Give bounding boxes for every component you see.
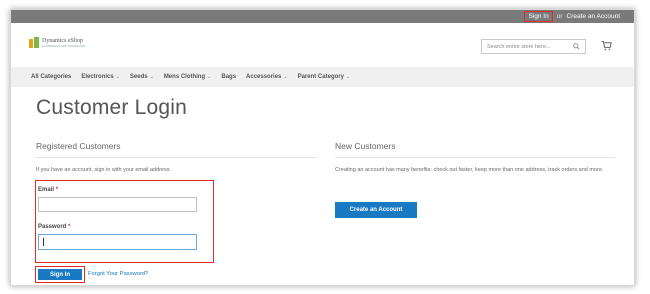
top-bar: Sign In or Create an Account [11, 10, 634, 23]
chevron-down-icon: ⌄ [149, 74, 154, 80]
registered-customers-note: If you have an account, sign in with you… [36, 167, 172, 173]
nav-item-label: Seeds [129, 74, 148, 80]
create-account-button[interactable]: Create an Account [335, 202, 417, 218]
nav-item-label: Bags [221, 74, 237, 80]
header-sign-in-link[interactable]: Sign In [524, 11, 553, 22]
sign-in-button[interactable]: Sign In [35, 266, 85, 283]
search-icon[interactable] [573, 43, 580, 50]
forgot-password-link[interactable]: Forgot Your Password? [88, 271, 148, 277]
sign-in-button-label: Sign In [38, 269, 82, 280]
new-customers-note: Creating an account has many benefits: c… [335, 167, 604, 173]
cart-icon[interactable] [601, 40, 612, 51]
nav-item-label: All Categories [31, 74, 72, 80]
email-field[interactable] [38, 197, 197, 212]
text-caret [43, 238, 44, 246]
header-links: Sign In or Create an Account [524, 11, 620, 22]
nav-item-seeds[interactable]: Seeds ⌄ [130, 74, 154, 80]
category-nav: All Categories Electronics ⌄ Seeds ⌄ Men… [11, 67, 634, 87]
password-label: Password * [38, 224, 71, 230]
registered-customers-title: Registered Customers [36, 141, 121, 151]
password-field[interactable] [38, 234, 197, 250]
divider [36, 157, 316, 158]
browser-frame: Sign In or Create an Account Dynamics eS… [10, 9, 635, 286]
chevron-down-icon: ⌄ [207, 74, 212, 80]
header-or-text: or [556, 13, 563, 20]
nav-item-label: Mens Clothing [163, 74, 206, 80]
new-customers-title: New Customers [335, 141, 396, 151]
nav-item-label: Parent Category [297, 74, 344, 80]
header-create-account-link[interactable]: Create an Account [567, 13, 620, 20]
chevron-down-icon: ⌄ [115, 74, 120, 80]
nav-item-bags[interactable]: Bags [221, 74, 236, 80]
page-title: Customer Login [36, 96, 188, 119]
logo-mark-icon [29, 37, 39, 49]
nav-item-all-categories[interactable]: All Categories [31, 74, 71, 80]
nav-item-parent-category[interactable]: Parent Category ⌄ [298, 74, 351, 80]
divider [335, 157, 615, 158]
store-logo[interactable]: Dynamics eShop ECOMMERCE ERP INTEGRATED [29, 37, 86, 49]
nav-item-label: Electronics [81, 74, 114, 80]
credentials-highlight [35, 180, 214, 263]
chevron-down-icon: ⌄ [283, 74, 288, 80]
nav-item-label: Accessories [246, 74, 282, 80]
logo-subtext: ECOMMERCE ERP INTEGRATED [42, 44, 86, 49]
nav-item-electronics[interactable]: Electronics ⌄ [81, 74, 120, 80]
email-label: Email * [38, 187, 59, 193]
nav-item-mens-clothing[interactable]: Mens Clothing ⌄ [164, 74, 212, 80]
chevron-down-icon: ⌄ [345, 74, 351, 80]
nav-item-accessories[interactable]: Accessories ⌄ [246, 74, 288, 80]
search-input[interactable]: Search entire store here... [481, 39, 586, 54]
